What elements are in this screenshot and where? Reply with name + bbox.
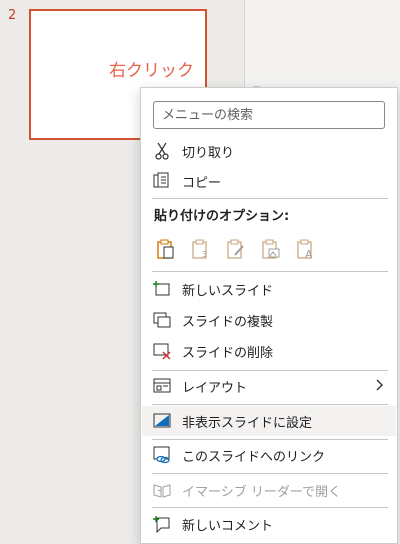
menu-item-label: このスライドへのリンク xyxy=(182,449,326,465)
paste-embed-icon[interactable] xyxy=(223,236,249,262)
menu-separator xyxy=(152,271,388,272)
menu-item-duplicate-slide[interactable]: スライドの複製 xyxy=(142,305,396,335)
menu-item-copy[interactable]: コピー xyxy=(142,166,396,196)
menu-separator xyxy=(152,507,388,508)
menu-item-label: 新しいコメント xyxy=(182,518,274,534)
menu-item-label: スライドの削除 xyxy=(182,345,274,361)
paste-text-only-icon[interactable]: A xyxy=(293,236,319,262)
slide-thumbnail-text: 右クリック xyxy=(109,61,194,81)
delete-slide-icon xyxy=(152,341,172,361)
menu-item-immersive-reader: イマーシブ リーダーで開く xyxy=(142,475,396,505)
hide-slide-icon xyxy=(152,411,172,431)
svg-text:3: 3 xyxy=(202,250,207,259)
menu-item-new-comment[interactable]: 新しいコメント xyxy=(142,509,396,539)
menu-search-input[interactable] xyxy=(153,101,385,129)
paste-options-heading: 貼り付けのオプション: xyxy=(154,209,290,224)
paste-keep-source-formatting-icon[interactable]: 3 xyxy=(188,236,214,262)
copy-icon xyxy=(152,171,172,191)
link-slide-icon xyxy=(152,445,172,465)
layout-icon xyxy=(152,376,172,396)
duplicate-slide-icon xyxy=(152,310,172,330)
new-comment-icon xyxy=(152,514,172,534)
menu-item-new-slide[interactable]: 新しいスライド xyxy=(142,274,396,304)
menu-item-label: イマーシブ リーダーで開く xyxy=(182,484,342,500)
menu-item-layout[interactable]: レイアウト xyxy=(142,371,396,401)
menu-item-label: 切り取り xyxy=(182,145,235,161)
immersive-reader-icon xyxy=(152,480,172,500)
new-slide-icon xyxy=(152,279,172,299)
menu-item-label: レイアウト xyxy=(182,380,248,396)
menu-separator xyxy=(152,404,388,405)
context-menu: 切り取り コピー 貼り付けのオプション: 3 A 新しいスライド xyxy=(140,87,398,544)
paste-options-row: 3 A xyxy=(153,236,319,262)
menu-separator xyxy=(152,198,388,199)
menu-item-label: スライドの複製 xyxy=(182,314,274,330)
chevron-right-icon xyxy=(376,379,384,395)
menu-item-delete-slide[interactable]: スライドの削除 xyxy=(142,336,396,366)
svg-text:A: A xyxy=(305,248,313,260)
menu-item-label: 新しいスライド xyxy=(182,283,274,299)
paste-picture-icon[interactable] xyxy=(258,236,284,262)
scissors-icon xyxy=(152,141,172,161)
menu-item-link-to-slide[interactable]: このスライドへのリンク xyxy=(142,440,396,470)
paste-use-destination-theme-icon[interactable] xyxy=(153,236,179,262)
slide-number: 2 xyxy=(8,8,17,23)
menu-separator xyxy=(152,473,388,474)
menu-item-cut[interactable]: 切り取り xyxy=(142,136,396,166)
menu-item-label: コピー xyxy=(182,175,222,191)
menu-item-hide-slide[interactable]: 非表示スライドに設定 xyxy=(142,406,396,436)
menu-item-label: 非表示スライドに設定 xyxy=(182,415,313,431)
